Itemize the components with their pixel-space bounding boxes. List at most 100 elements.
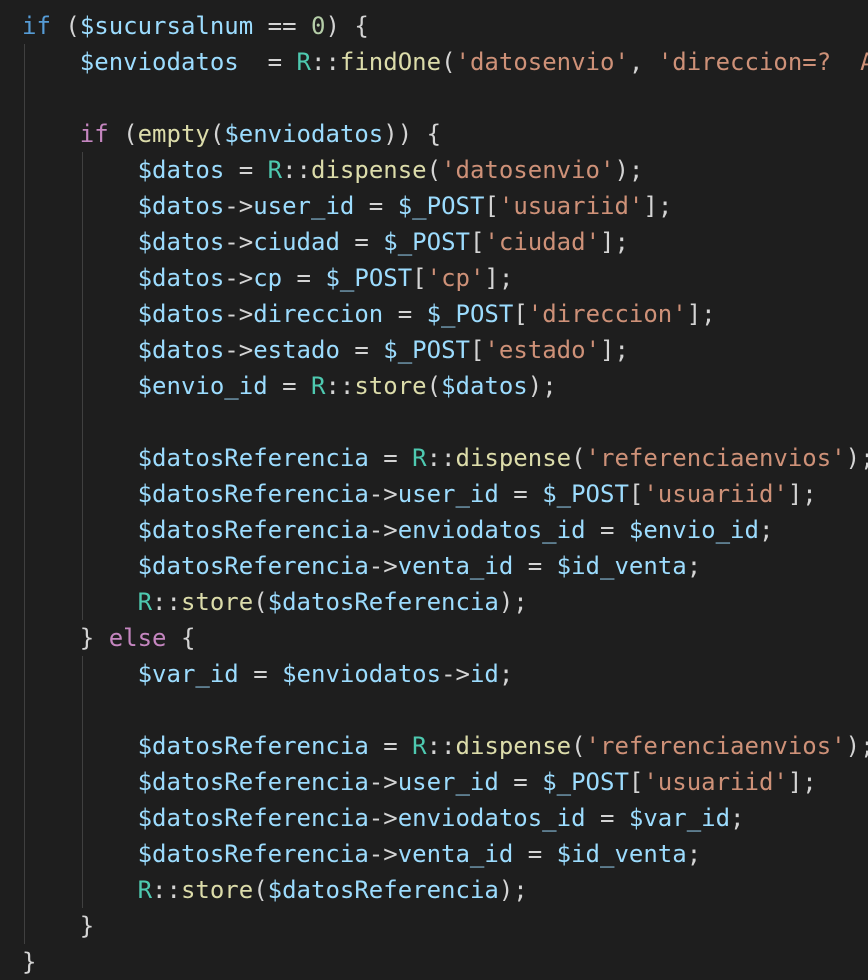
code-token-punc: , — [628, 48, 658, 76]
code-token-var: $_POST — [383, 228, 470, 256]
code-token-var: $datosReferencia — [137, 840, 369, 868]
code-line[interactable]: $datosReferencia->venta_id = $id_venta; — [0, 836, 868, 872]
code-token-op: = — [368, 444, 413, 472]
code-token-var: user_id — [397, 480, 499, 508]
code-line[interactable]: $datos->user_id = $_POST['usuariid']; — [0, 188, 868, 224]
code-token-var: enviodatos_id — [397, 804, 586, 832]
indent-guide — [24, 368, 25, 404]
indent-guide — [24, 440, 25, 476]
code-line[interactable]: $datos->cp = $_POST['cp']; — [0, 260, 868, 296]
code-line[interactable]: $datosReferencia->venta_id = $id_venta; — [0, 548, 868, 584]
code-line[interactable]: $datosReferencia->user_id = $_POST['usua… — [0, 764, 868, 800]
indent-guide — [81, 800, 83, 836]
code-line[interactable]: } — [0, 908, 868, 944]
code-line[interactable]: if ($sucursalnum == 0) { — [0, 8, 868, 44]
code-line[interactable]: $datosReferencia->enviodatos_id = $var_i… — [0, 800, 868, 836]
code-token-op: :: — [426, 732, 456, 760]
indent-guide — [81, 656, 83, 692]
code-line[interactable]: $datos = R::dispense('datosenvio'); — [0, 152, 868, 188]
indent-guide — [81, 440, 83, 476]
code-token-punc: ); — [527, 372, 557, 400]
code-line[interactable]: $envio_id = R::store($datos); — [0, 368, 868, 404]
code-token-cls: R — [412, 732, 427, 760]
code-token-var: $datosReferencia — [137, 444, 369, 472]
code-token-op: -> — [224, 264, 254, 292]
code-token-var: ciudad — [253, 228, 340, 256]
code-token-fn: store — [180, 588, 254, 616]
code-token-punc: ( — [253, 876, 268, 904]
code-token-var: $datos — [137, 228, 225, 256]
code-token-op: = — [282, 264, 326, 292]
code-token-var: $envio_id — [137, 372, 268, 400]
code-token-str: 'datosenvio' — [455, 48, 629, 76]
code-token-var: venta_id — [397, 552, 514, 580]
code-token-fn: empty — [137, 120, 210, 148]
code-token-var: $datosReferencia — [137, 804, 369, 832]
code-token-fn: dispense — [455, 732, 572, 760]
indent-guide — [24, 548, 25, 584]
code-token-punc: ( — [441, 48, 456, 76]
indent-guide — [24, 872, 25, 908]
code-token-var: $sucursalnum — [79, 12, 254, 40]
code-token-punc: ( — [426, 156, 442, 184]
code-token-var: $datos — [137, 300, 225, 328]
code-token-op: :: — [282, 156, 312, 184]
code-line[interactable]: $datosReferencia->enviodatos_id = $envio… — [0, 512, 868, 548]
code-token-punc: } — [22, 948, 37, 976]
code-line[interactable]: $var_id = $enviodatos->id; — [0, 656, 868, 692]
indent-guide — [81, 836, 83, 872]
code-token-punc: [ — [484, 192, 499, 220]
code-token-op: -> — [441, 660, 470, 688]
code-token-punc: ]; — [484, 264, 514, 292]
code-token-var: $enviodatos — [224, 120, 384, 148]
code-token-op: = — [513, 840, 557, 868]
code-line[interactable]: $datosReferencia->user_id = $_POST['usua… — [0, 476, 868, 512]
code-lines[interactable]: if ($sucursalnum == 0) { $enviodatos = R… — [0, 8, 868, 980]
code-token-op: :: — [311, 48, 340, 76]
code-token-fn: dispense — [455, 444, 572, 472]
code-line[interactable]: R::store($datosReferencia); — [0, 584, 868, 620]
code-line[interactable]: } — [0, 944, 868, 980]
code-line[interactable]: $enviodatos = R::findOne('datosenvio', '… — [0, 44, 868, 80]
code-token-var: $datosReferencia — [267, 588, 499, 616]
code-line[interactable]: $datosReferencia = R::dispense('referenc… — [0, 728, 868, 764]
code-line[interactable] — [0, 80, 868, 116]
code-token-op: = — [383, 300, 427, 328]
code-token-punc: ]; — [686, 300, 716, 328]
code-line[interactable]: $datos->ciudad = $_POST['ciudad']; — [0, 224, 868, 260]
indent-guide — [24, 836, 25, 872]
indent-guide — [24, 908, 25, 944]
indent-guide — [24, 512, 25, 548]
code-line[interactable]: $datos->direccion = $_POST['direccion']; — [0, 296, 868, 332]
code-line[interactable]: $datosReferencia = R::dispense('referenc… — [0, 440, 868, 476]
code-token-op: -> — [368, 552, 398, 580]
code-token-var: $datos — [441, 372, 528, 400]
code-token-var: $id_venta — [556, 552, 687, 580]
code-token-op: = — [339, 228, 384, 256]
code-token-var: cp — [253, 264, 283, 292]
code-token-punc: ( — [209, 120, 225, 148]
code-token-var: $datos — [137, 264, 225, 292]
code-line[interactable] — [0, 692, 868, 728]
code-editor[interactable]: if ($sucursalnum == 0) { $enviodatos = R… — [0, 0, 868, 980]
code-line[interactable]: } else { — [0, 620, 868, 656]
code-token-punc: ( — [50, 12, 80, 40]
code-line[interactable]: if (empty($enviodatos)) { — [0, 116, 868, 152]
code-line[interactable] — [0, 404, 868, 440]
code-token-punc: ( — [253, 588, 268, 616]
indent-guide — [81, 872, 83, 908]
code-line[interactable]: $datos->estado = $_POST['estado']; — [0, 332, 868, 368]
code-token-cls: R — [412, 444, 427, 472]
code-token-var: $datos — [137, 156, 225, 184]
code-token-op: -> — [224, 336, 254, 364]
code-token-punc: } — [79, 624, 109, 652]
code-token-str: 'referenciaenvios' — [585, 444, 846, 472]
code-token-op: = — [585, 804, 629, 832]
code-line[interactable]: R::store($datosReferencia); — [0, 872, 868, 908]
code-token-var: $_POST — [397, 192, 485, 220]
